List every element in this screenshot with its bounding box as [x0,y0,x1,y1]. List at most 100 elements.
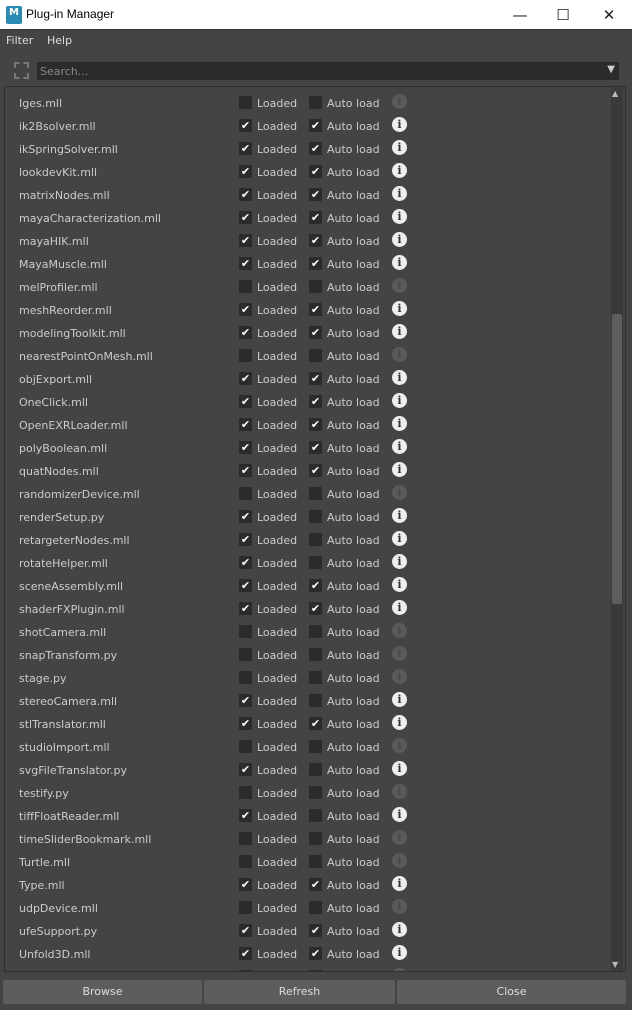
info-icon[interactable]: i [392,209,407,224]
autoload-checkbox[interactable]: ✔ [309,441,322,454]
scrollbar[interactable]: ▲ ▼ [611,87,623,971]
browse-button[interactable]: Browse [3,980,202,1004]
loaded-checkbox[interactable] [239,96,252,109]
autoload-checkbox[interactable]: ✔ [309,119,322,132]
autoload-checkbox[interactable] [309,832,322,845]
info-icon[interactable]: i [392,715,407,730]
info-icon[interactable]: i [392,163,407,178]
close-button[interactable]: Close [397,980,626,1004]
autoload-checkbox[interactable]: ✔ [309,234,322,247]
autoload-checkbox[interactable]: ✔ [309,165,322,178]
info-icon[interactable]: i [392,324,407,339]
loaded-checkbox[interactable]: ✔ [239,165,252,178]
info-icon[interactable]: i [392,531,407,546]
loaded-checkbox[interactable]: ✔ [239,418,252,431]
info-icon[interactable]: i [392,554,407,569]
autoload-checkbox[interactable]: ✔ [309,464,322,477]
info-icon[interactable]: i [392,232,407,247]
scroll-down-icon[interactable]: ▼ [612,960,618,969]
autoload-checkbox[interactable] [309,280,322,293]
info-icon[interactable]: i [392,807,407,822]
loaded-checkbox[interactable] [239,740,252,753]
search-dropdown-icon[interactable]: ▼ [607,64,615,75]
info-icon[interactable]: i [392,186,407,201]
autoload-checkbox[interactable]: ✔ [309,188,322,201]
loaded-checkbox[interactable]: ✔ [239,602,252,615]
info-icon[interactable]: i [392,945,407,960]
loaded-checkbox[interactable]: ✔ [239,809,252,822]
loaded-checkbox[interactable]: ✔ [239,188,252,201]
autoload-checkbox[interactable]: ✔ [309,395,322,408]
autoload-checkbox[interactable]: ✔ [309,579,322,592]
loaded-checkbox[interactable] [239,832,252,845]
autoload-checkbox[interactable] [309,786,322,799]
loaded-checkbox[interactable]: ✔ [239,924,252,937]
autoload-checkbox[interactable] [309,96,322,109]
loaded-checkbox[interactable]: ✔ [239,533,252,546]
info-icon[interactable]: i [392,577,407,592]
autoload-checkbox[interactable] [309,740,322,753]
scrollbar-thumb[interactable] [612,314,622,604]
loaded-checkbox[interactable]: ✔ [239,395,252,408]
search-input[interactable]: Search... ▼ [37,62,619,80]
autoload-checkbox[interactable]: ✔ [309,211,322,224]
autoload-checkbox[interactable]: ✔ [309,924,322,937]
autoload-checkbox[interactable]: ✔ [309,142,322,155]
info-icon[interactable]: i [392,439,407,454]
loaded-checkbox[interactable]: ✔ [239,257,252,270]
loaded-checkbox[interactable]: ✔ [239,878,252,891]
loaded-checkbox[interactable] [239,671,252,684]
close-window-button[interactable]: ✕ [589,2,629,28]
maximize-button[interactable]: ☐ [543,2,583,28]
autoload-checkbox[interactable]: ✔ [309,602,322,615]
autoload-checkbox[interactable] [309,809,322,822]
info-icon[interactable]: i [392,301,407,316]
info-icon[interactable]: i [392,140,407,155]
menu-help[interactable]: Help [47,34,72,47]
autoload-checkbox[interactable] [309,648,322,661]
loaded-checkbox[interactable] [239,970,252,972]
filter-icon[interactable] [14,62,29,79]
loaded-checkbox[interactable]: ✔ [239,303,252,316]
loaded-checkbox[interactable]: ✔ [239,326,252,339]
loaded-checkbox[interactable] [239,625,252,638]
autoload-checkbox[interactable]: ✔ [309,878,322,891]
autoload-checkbox[interactable] [309,694,322,707]
info-icon[interactable]: i [392,393,407,408]
loaded-checkbox[interactable] [239,280,252,293]
loaded-checkbox[interactable]: ✔ [239,119,252,132]
loaded-checkbox[interactable]: ✔ [239,717,252,730]
loaded-checkbox[interactable]: ✔ [239,694,252,707]
autoload-checkbox[interactable] [309,671,322,684]
loaded-checkbox[interactable]: ✔ [239,211,252,224]
loaded-checkbox[interactable] [239,487,252,500]
autoload-checkbox[interactable] [309,533,322,546]
autoload-checkbox[interactable] [309,901,322,914]
menu-filter[interactable]: Filter [6,34,33,47]
loaded-checkbox[interactable] [239,786,252,799]
info-icon[interactable]: i [392,508,407,523]
info-icon[interactable]: i [392,876,407,891]
info-icon[interactable]: i [392,416,407,431]
autoload-checkbox[interactable]: ✔ [309,418,322,431]
scroll-up-icon[interactable]: ▲ [612,89,618,98]
loaded-checkbox[interactable]: ✔ [239,372,252,385]
autoload-checkbox[interactable] [309,625,322,638]
autoload-checkbox[interactable]: ✔ [309,326,322,339]
loaded-checkbox[interactable]: ✔ [239,234,252,247]
autoload-checkbox[interactable]: ✔ [309,947,322,960]
loaded-checkbox[interactable]: ✔ [239,579,252,592]
autoload-checkbox[interactable] [309,487,322,500]
autoload-checkbox[interactable] [309,510,322,523]
autoload-checkbox[interactable] [309,763,322,776]
loaded-checkbox[interactable] [239,855,252,868]
autoload-checkbox[interactable] [309,556,322,569]
info-icon[interactable]: i [392,922,407,937]
autoload-checkbox[interactable]: ✔ [309,717,322,730]
loaded-checkbox[interactable]: ✔ [239,441,252,454]
refresh-button[interactable]: Refresh [204,980,395,1004]
loaded-checkbox[interactable]: ✔ [239,142,252,155]
autoload-checkbox[interactable]: ✔ [309,303,322,316]
autoload-checkbox[interactable] [309,349,322,362]
info-icon[interactable]: i [392,370,407,385]
